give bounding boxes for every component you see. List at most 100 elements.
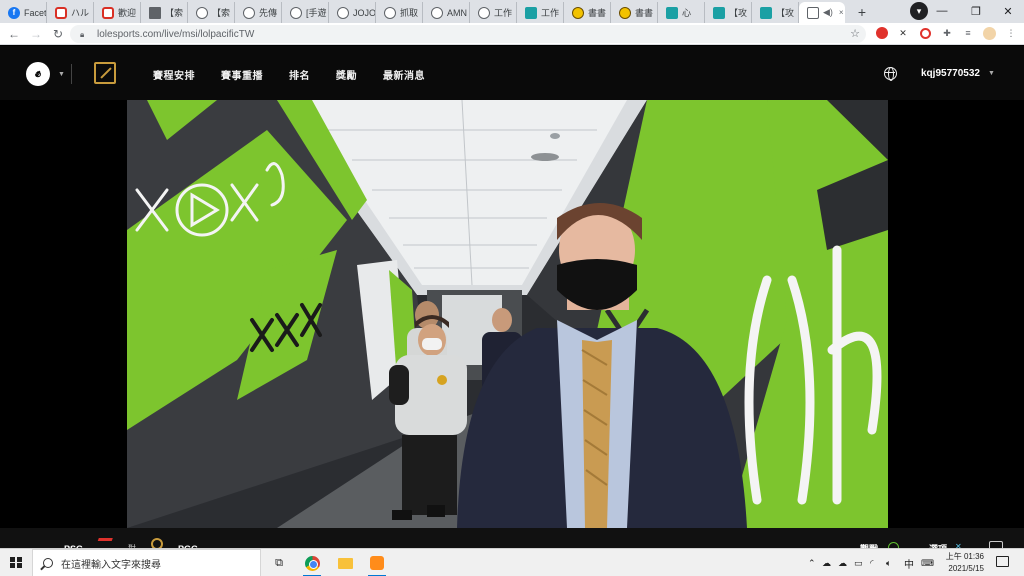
media-player-icon[interactable]: [368, 554, 386, 576]
browser-tab[interactable]: 【攻: [752, 2, 799, 23]
chevron-down-icon[interactable]: ▼: [988, 70, 995, 77]
browser-tab[interactable]: AMN: [423, 2, 470, 23]
house-icon: [149, 6, 161, 19]
globe-icon: [478, 6, 490, 19]
address-bar[interactable]: 🔒︎ lolesports.com/live/msi/lolpacificTW …: [70, 25, 866, 43]
file-explorer-icon[interactable]: [336, 554, 354, 572]
battery-icon[interactable]: ▭: [854, 549, 863, 576]
extension-x-icon[interactable]: ✕: [896, 26, 910, 40]
gold-icon: [572, 6, 584, 19]
site-header: ✊︎ ▼ 賽程安排 賽事重播 排名 獎勵 最新消息 kqj95770532 ▼: [0, 46, 1024, 100]
browser-tab[interactable]: ハル: [47, 2, 94, 23]
extensions-puzzle-icon[interactable]: ✚: [940, 26, 954, 40]
team-logo-icon: [95, 538, 113, 548]
live-video-player[interactable]: [127, 100, 888, 528]
globe-icon: [243, 6, 255, 19]
lolesports-tab-icon: [807, 6, 819, 19]
lock-icon: 🔒︎: [80, 29, 85, 39]
username[interactable]: kqj95770532: [921, 68, 980, 79]
bookmark-star-icon[interactable]: ☆: [850, 27, 860, 40]
riot-fist-logo-icon[interactable]: ✊︎: [26, 62, 50, 86]
browser-tab[interactable]: 心: [658, 2, 705, 23]
teal-icon: [666, 6, 678, 19]
reload-icon[interactable]: ↻: [47, 23, 69, 45]
browser-tab[interactable]: 書書: [564, 2, 611, 23]
globe-icon: [384, 6, 396, 19]
gold-icon: [619, 6, 631, 19]
lolesports-logo-icon[interactable]: [94, 62, 116, 84]
clock-date: 2021/5/15: [948, 564, 984, 573]
back-arrow-icon[interactable]: ←: [3, 23, 25, 45]
globe-icon: [337, 6, 349, 19]
media-icon: [370, 556, 384, 570]
browser-tab[interactable]: 歡迎: [94, 2, 141, 23]
teal-icon: [713, 6, 725, 19]
nav-standings[interactable]: 排名: [289, 67, 310, 82]
task-view-icon[interactable]: ⧉: [270, 554, 288, 572]
browser-tab[interactable]: 先傳: [235, 2, 282, 23]
browser-tab[interactable]: JOJO: [329, 2, 376, 23]
search-icon: [43, 558, 53, 568]
ime-indicator[interactable]: 中: [904, 549, 914, 576]
onedrive-icon[interactable]: ☁: [838, 549, 847, 576]
new-tab-button[interactable]: +: [851, 1, 873, 23]
active-browser-tab[interactable]: ◀) ×: [799, 2, 845, 23]
browser-tab[interactable]: 抓取: [376, 2, 423, 23]
browser-tab[interactable]: f Facet: [0, 2, 47, 23]
main-nav: 賽程安排 賽事重播 排名 獎勵 最新消息: [153, 67, 451, 82]
profile-avatar-icon[interactable]: [982, 26, 996, 40]
nav-rewards[interactable]: 獎勵: [336, 67, 357, 82]
reading-list-icon[interactable]: ≡: [961, 26, 975, 40]
maximize-button[interactable]: ❐: [960, 0, 992, 22]
browser-toolbar: ← → ↻ 🔒︎ lolesports.com/live/msi/lolpaci…: [0, 23, 1024, 45]
volume-icon[interactable]: 🔈︎: [886, 549, 891, 576]
extension-red-icon[interactable]: [918, 26, 932, 40]
taskbar-search-placeholder: 在這裡輸入文字來搜尋: [61, 559, 161, 571]
close-window-button[interactable]: ✕: [992, 0, 1024, 22]
clock-time: 上午 01:36: [945, 552, 984, 561]
teal-icon: [525, 6, 537, 19]
facebook-icon: f: [8, 6, 20, 19]
cloud-icon[interactable]: ☁: [822, 549, 831, 576]
screen: f Facet ハル 歡迎 【索 【索 先傳 [手遊 JOJO 抓取 AMN 工作…: [0, 0, 1024, 576]
browser-tab[interactable]: 【索: [141, 2, 188, 23]
browser-tab[interactable]: [手遊: [282, 2, 329, 23]
speaker-icon: ◀): [823, 7, 833, 17]
header-divider: [71, 64, 72, 84]
close-tab-icon[interactable]: ×: [839, 8, 844, 17]
browser-tab[interactable]: 【索: [188, 2, 235, 23]
tray-chevron-icon[interactable]: ⌃: [808, 549, 816, 576]
globe-icon: [431, 6, 443, 19]
taskbar-search-box[interactable]: 在這裡輸入文字來搜尋: [32, 549, 261, 576]
adblock-extension-icon[interactable]: [875, 26, 889, 40]
minimize-button[interactable]: —: [926, 0, 958, 22]
browser-tab[interactable]: 書書: [611, 2, 658, 23]
keyboard-icon[interactable]: ⌨︎: [921, 549, 934, 576]
folder-icon: [337, 557, 353, 569]
chrome-taskbar-icon[interactable]: [303, 554, 321, 576]
teal-icon: [760, 6, 772, 19]
video-frame: [127, 100, 888, 528]
browser-menu-icon[interactable]: ⋮: [1004, 26, 1018, 40]
network-icon[interactable]: ◜: [870, 549, 874, 576]
start-button[interactable]: [0, 549, 32, 576]
chevron-down-icon[interactable]: ▼: [58, 71, 65, 78]
taskbar-clock[interactable]: 上午 01:36 2021/5/15: [940, 551, 984, 575]
red-square-icon: [55, 6, 67, 19]
browser-tab[interactable]: 工作: [470, 2, 517, 23]
windows-logo-icon: [10, 556, 22, 569]
tab-strip: f Facet ハル 歡迎 【索 【索 先傳 [手遊 JOJO 抓取 AMN 工作…: [0, 0, 1024, 23]
nav-schedule[interactable]: 賽程安排: [153, 67, 195, 82]
language-globe-icon[interactable]: [884, 67, 897, 81]
chrome-icon: [304, 555, 320, 571]
notification-center-icon[interactable]: [996, 556, 1009, 567]
globe-icon: [196, 6, 208, 19]
match-bar: PSG 對 PGG 觀戰 選項 ✕: [0, 528, 1024, 554]
windows-taskbar: 在這裡輸入文字來搜尋 ⧉ ⌃ ☁ ☁ ▭ ◜ 🔈︎ 中 ⌨︎ 上午 01:36 …: [0, 548, 1024, 576]
nav-news[interactable]: 最新消息: [383, 67, 425, 82]
browser-tab[interactable]: 工作: [517, 2, 564, 23]
forward-arrow-icon[interactable]: →: [25, 23, 47, 45]
nav-vods[interactable]: 賽事重播: [221, 67, 263, 82]
red-square-icon: [102, 6, 114, 19]
browser-tab[interactable]: 【攻: [705, 2, 752, 23]
